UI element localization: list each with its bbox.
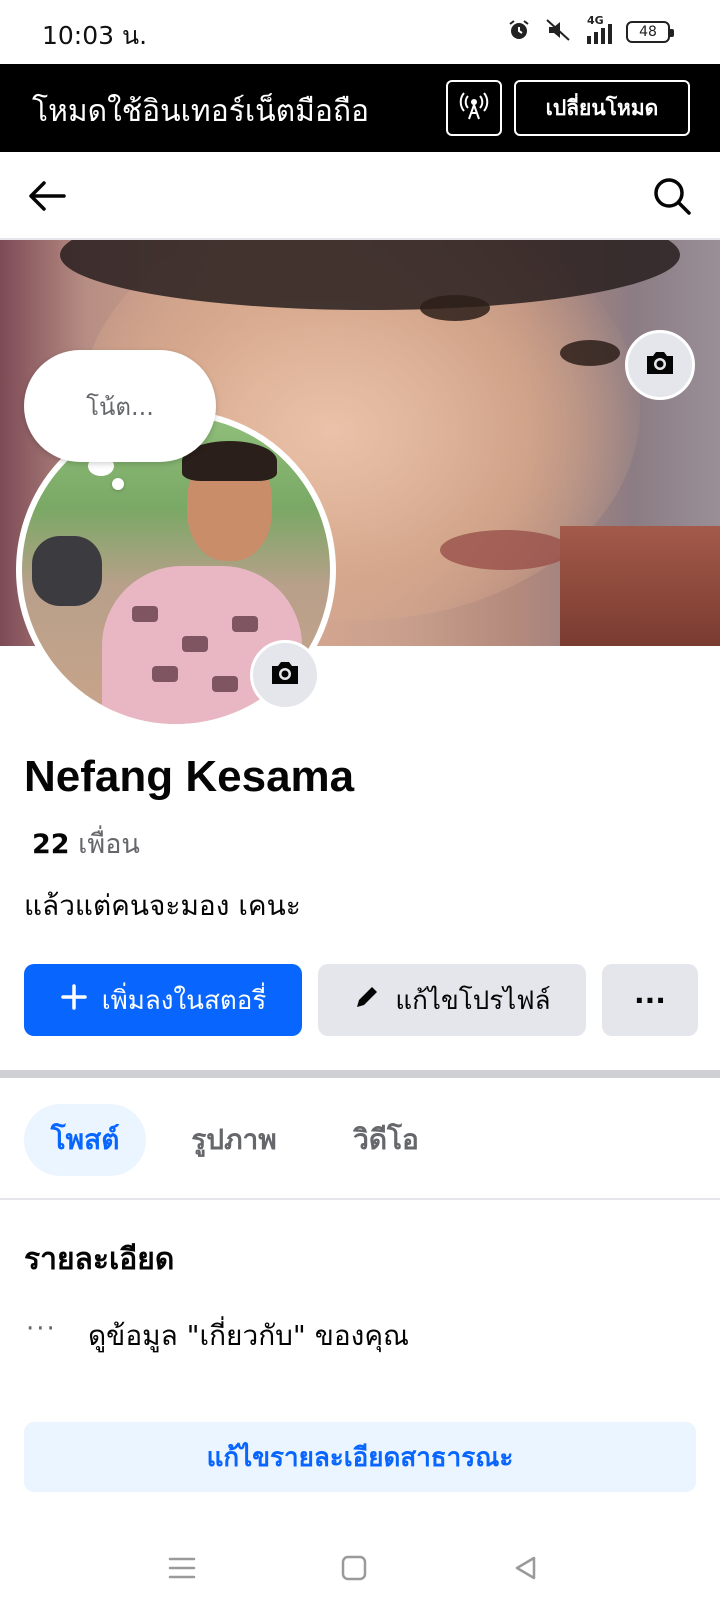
antenna-icon xyxy=(459,91,489,125)
tab-photos[interactable]: รูปภาพ xyxy=(172,1104,296,1176)
more-dots-icon: ··· xyxy=(26,1314,57,1344)
mobile-data-banner: โหมดใช้อินเทอร์เน็ตมือถือ เปลี่ยนโหมด xyxy=(0,64,720,152)
data-mode-text: โหมดใช้อินเทอร์เน็ตมือถือ xyxy=(32,94,370,129)
avatar-camera-button[interactable] xyxy=(250,640,320,710)
mute-icon xyxy=(545,18,573,46)
tab-videos[interactable]: วิดีโอ xyxy=(334,1104,438,1176)
edit-public-details-button[interactable]: แก้ไขรายละเอียดสาธารณะ xyxy=(24,1422,696,1492)
edit-profile-label: แก้ไขโปรไฟล์ xyxy=(395,985,551,1016)
antenna-button[interactable] xyxy=(446,80,502,136)
battery-icon: 48 xyxy=(626,21,674,43)
camera-icon xyxy=(644,349,676,381)
menu-icon[interactable] xyxy=(162,1548,202,1588)
profile-name: Nefang Kesama xyxy=(24,752,355,801)
status-time: 10:03 น. xyxy=(42,21,148,50)
tabs-divider xyxy=(0,1198,720,1200)
friends-count: 22 xyxy=(32,829,70,860)
search-icon[interactable] xyxy=(648,172,696,220)
home-square-icon[interactable] xyxy=(334,1548,374,1588)
status-icons: 4G 48 xyxy=(507,14,674,46)
edit-profile-button[interactable]: แก้ไขโปรไฟล์ xyxy=(318,964,586,1036)
friends-label: เพื่อน xyxy=(78,829,140,860)
back-triangle-icon[interactable] xyxy=(506,1548,546,1588)
see-about-link[interactable]: ดูข้อมูล "เกี่ยวกับ" ของคุณ xyxy=(88,1314,409,1358)
alarm-icon xyxy=(507,18,531,46)
top-nav xyxy=(0,152,720,240)
system-nav-bar xyxy=(0,1532,720,1612)
section-divider xyxy=(0,1070,720,1078)
more-options-button[interactable]: ··· xyxy=(602,964,698,1036)
pencil-icon xyxy=(353,983,381,1018)
note-bubble[interactable]: โน้ต... xyxy=(24,350,216,462)
switch-mode-button[interactable]: เปลี่ยนโหมด xyxy=(514,80,690,136)
friends-count-link[interactable]: 22 เพื่อน xyxy=(32,822,140,865)
details-title: รายละเอียด xyxy=(24,1242,175,1277)
network-type: 4G xyxy=(587,14,604,27)
cover-camera-button[interactable] xyxy=(625,330,695,400)
back-arrow-icon[interactable] xyxy=(24,172,72,220)
battery-level: 48 xyxy=(639,24,657,40)
add-to-story-button[interactable]: เพิ่มลงในสตอรี่ xyxy=(24,964,302,1036)
tab-posts[interactable]: โพสต์ xyxy=(24,1104,146,1176)
camera-icon xyxy=(269,659,301,691)
note-placeholder: โน้ต... xyxy=(86,392,154,421)
plus-icon xyxy=(60,983,88,1018)
signal-icon: 4G xyxy=(587,14,612,44)
add-to-story-label: เพิ่มลงในสตอรี่ xyxy=(101,985,267,1016)
profile-bio: แล้วแต่คนจะมอง เคนะ xyxy=(24,889,301,922)
status-bar: 10:03 น. 4G 48 xyxy=(0,0,720,64)
